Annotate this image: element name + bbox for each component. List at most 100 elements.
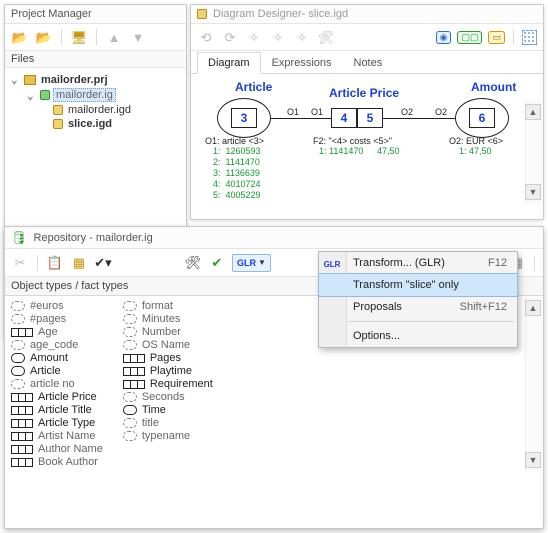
cut-button[interactable]: ✂ bbox=[11, 254, 29, 272]
type-item[interactable]: Time bbox=[123, 404, 213, 416]
tab-diagram[interactable]: Diagram bbox=[197, 52, 261, 74]
node-label-price: Article Price bbox=[329, 86, 399, 100]
type-item[interactable]: article no bbox=[11, 378, 103, 390]
pm-save-button[interactable]: 📂 bbox=[35, 28, 53, 46]
diagram-canvas[interactable]: Article 3 Article Price 4 5 Amount 6 O1 … bbox=[191, 74, 543, 204]
oval-icon bbox=[11, 353, 25, 363]
grid-toggle-button[interactable] bbox=[522, 30, 537, 45]
type-label: Time bbox=[142, 404, 166, 416]
footer-f2: F2: "<4> costs <5>" bbox=[313, 136, 392, 146]
fact-rect-icon bbox=[123, 367, 145, 376]
price-row-right: 47,50 bbox=[377, 146, 400, 156]
view-mode-c-button[interactable]: ▭ bbox=[488, 31, 505, 44]
footer-o2: O2: EUR <6> bbox=[449, 136, 503, 146]
type-item[interactable]: typename bbox=[123, 430, 213, 442]
ig-icon bbox=[40, 90, 50, 100]
dashed-oval-icon bbox=[123, 301, 137, 311]
tree-row-igd[interactable]: slice.igd bbox=[11, 117, 182, 131]
type-item[interactable]: Article Price bbox=[11, 391, 103, 403]
tool-c-button[interactable]: ✧ bbox=[293, 28, 311, 46]
tab-expressions[interactable]: Expressions bbox=[261, 52, 343, 74]
type-item[interactable]: #euros bbox=[11, 300, 103, 312]
scroll-down-button[interactable]: ▼ bbox=[525, 184, 541, 200]
check-button[interactable]: ✔ bbox=[208, 254, 226, 272]
filter-button[interactable]: ✔▾ bbox=[94, 254, 112, 272]
igd-icon bbox=[53, 105, 63, 115]
type-item[interactable]: #pages bbox=[11, 313, 103, 325]
properties-button[interactable]: ▦ bbox=[70, 254, 88, 272]
node-article[interactable]: 3 bbox=[231, 108, 257, 128]
pm-open-button[interactable]: 📂 bbox=[11, 28, 29, 46]
redo-button[interactable]: ⟳ bbox=[221, 28, 239, 46]
scroll-down-button[interactable]: ▼ bbox=[525, 452, 541, 468]
type-label: Age bbox=[38, 326, 58, 338]
menu-item-proposals[interactable]: Proposals Shift+F12 bbox=[319, 296, 517, 318]
col-types-header[interactable]: Object types / fact types bbox=[5, 277, 360, 295]
fact-rect-icon bbox=[123, 354, 145, 363]
repo-scrollbar[interactable]: ▲ ▼ bbox=[525, 296, 543, 472]
type-item[interactable]: Article bbox=[11, 365, 103, 377]
twisty-icon[interactable]: ⌄ bbox=[27, 89, 37, 102]
igd-icon bbox=[197, 9, 207, 19]
separator bbox=[61, 29, 62, 45]
type-item[interactable]: Artist Name bbox=[11, 430, 103, 442]
fact-rect-icon bbox=[123, 380, 145, 389]
type-item[interactable]: title bbox=[123, 417, 213, 429]
node-price-left[interactable]: 4 bbox=[331, 108, 357, 128]
scroll-up-button[interactable]: ▲ bbox=[525, 300, 541, 316]
paste-button[interactable]: 📋 bbox=[46, 254, 64, 272]
type-item[interactable]: Pages bbox=[123, 352, 213, 364]
pm-screens-button[interactable]: 🖥 bbox=[70, 28, 88, 46]
dashed-oval-icon bbox=[123, 392, 137, 402]
type-item[interactable]: Playtime bbox=[123, 365, 213, 377]
node-price-right[interactable]: 5 bbox=[357, 108, 383, 128]
glr-dropdown-button[interactable]: GLR ▼ bbox=[232, 254, 271, 272]
type-item[interactable]: age_code bbox=[11, 339, 103, 351]
type-item[interactable]: Amount bbox=[11, 352, 103, 364]
scroll-up-button[interactable]: ▲ bbox=[525, 104, 541, 120]
type-label: Minutes bbox=[142, 313, 181, 325]
canvas-scrollbar[interactable]: ▲ ▼ bbox=[525, 100, 543, 204]
menu-item-transform-slice[interactable]: Transform "slice" only bbox=[319, 274, 517, 296]
type-item[interactable]: OS Name bbox=[123, 339, 213, 351]
type-item[interactable]: Article Title bbox=[11, 404, 103, 416]
tools-button[interactable]: 🛠 bbox=[184, 254, 202, 272]
tool-d-button[interactable]: 🛠 bbox=[317, 28, 335, 46]
pm-up-button[interactable]: ▲ bbox=[105, 28, 123, 46]
type-item[interactable]: Author Name bbox=[11, 443, 103, 455]
menu-item-options[interactable]: Options... bbox=[319, 325, 517, 347]
tool-b-button[interactable]: ✧ bbox=[269, 28, 287, 46]
type-item[interactable]: Requirement bbox=[123, 378, 213, 390]
type-label: Article Title bbox=[38, 404, 92, 416]
type-item[interactable]: Number bbox=[123, 326, 213, 338]
tool-a-button[interactable]: ✧ bbox=[245, 28, 263, 46]
pm-down-button[interactable]: ▼ bbox=[129, 28, 147, 46]
connector-label: O2 bbox=[401, 107, 413, 117]
type-item[interactable]: Minutes bbox=[123, 313, 213, 325]
undo-button[interactable]: ⟲ bbox=[197, 28, 215, 46]
connector-label: O2 bbox=[435, 107, 447, 117]
type-item[interactable]: Seconds bbox=[123, 391, 213, 403]
tree-row-project[interactable]: ⌄ mailorder.prj bbox=[11, 72, 182, 87]
type-label: article no bbox=[30, 378, 75, 390]
type-item[interactable]: Book Author bbox=[11, 456, 103, 468]
menu-item-transform[interactable]: GLR Transform... (GLR) F12 bbox=[319, 252, 517, 274]
fact-rect-icon bbox=[11, 328, 33, 337]
type-label: Playtime bbox=[150, 365, 192, 377]
type-label: Article bbox=[30, 365, 61, 377]
tab-notes[interactable]: Notes bbox=[343, 52, 394, 74]
tree-row-ig[interactable]: ⌄ mailorder.ig bbox=[11, 87, 182, 103]
type-item[interactable]: Age bbox=[11, 326, 103, 338]
types-col-1: #euros#pagesAgeage_codeAmountArticlearti… bbox=[11, 300, 103, 468]
type-item[interactable]: format bbox=[123, 300, 213, 312]
type-item[interactable]: Article Type bbox=[11, 417, 103, 429]
view-mode-a-button[interactable]: ◉ bbox=[436, 31, 452, 44]
glr-menu: GLR Transform... (GLR) F12 Transform "sl… bbox=[318, 251, 518, 348]
type-label: age_code bbox=[30, 339, 78, 351]
view-mode-b-button[interactable]: ▢▢ bbox=[457, 31, 482, 44]
twisty-icon[interactable]: ⌄ bbox=[11, 73, 21, 86]
node-amount[interactable]: 6 bbox=[469, 108, 495, 128]
tree-row-igd[interactable]: mailorder.igd bbox=[11, 103, 182, 117]
connector bbox=[383, 118, 455, 119]
separator bbox=[513, 29, 514, 45]
